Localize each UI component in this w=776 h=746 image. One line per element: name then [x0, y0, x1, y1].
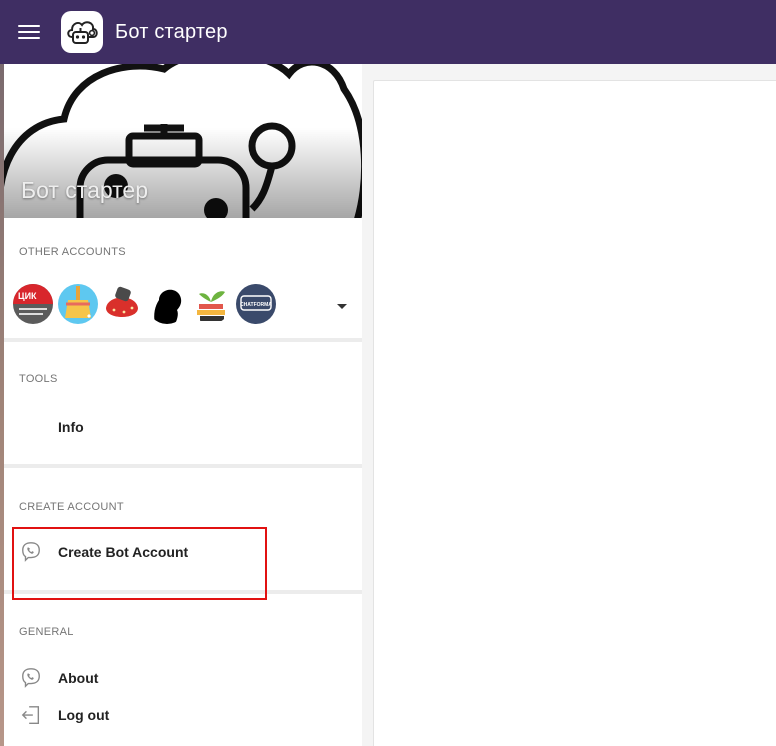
robot-logo-icon — [61, 11, 103, 53]
about-menu-item[interactable]: About — [4, 660, 362, 696]
info-menu-item[interactable]: Info — [4, 409, 362, 445]
create-bot-account-item[interactable]: Create Bot Account — [4, 534, 362, 570]
tools-header: TOOLS — [19, 373, 58, 385]
navigation-drawer: Бот стартер OTHER ACCOUNTS ЦИК CHATFORMA… — [4, 64, 362, 746]
profile-name: Бот стартер — [21, 177, 149, 203]
general-header: GENERAL — [19, 626, 74, 638]
viber-icon — [19, 540, 43, 564]
cik-avatar-text: ЦИК — [18, 291, 37, 301]
app-bar: Бот стартер — [0, 0, 776, 64]
strawberry-robot-avatar[interactable] — [102, 284, 142, 324]
general-section: GENERAL About Log out — [4, 594, 362, 746]
cover-shade — [4, 128, 362, 218]
broom-avatar[interactable] — [57, 284, 98, 324]
create-account-header: CREATE ACCOUNT — [19, 501, 124, 513]
content-card — [373, 80, 776, 746]
logout-label: Log out — [58, 707, 110, 723]
app-title: Бот стартер — [115, 20, 228, 43]
other-accounts-section: OTHER ACCOUNTS ЦИК CHATFORMA — [4, 218, 362, 338]
chatforma-avatar[interactable]: CHATFORMA — [235, 284, 276, 324]
viber-icon — [19, 666, 43, 690]
main-content — [362, 64, 776, 746]
caret-down-icon[interactable] — [337, 304, 347, 309]
logout-icon — [19, 703, 43, 727]
chatforma-avatar-text: CHATFORMA — [240, 302, 272, 308]
account-avatars: ЦИК CHATFORMA — [13, 284, 280, 324]
about-label: About — [58, 670, 99, 686]
info-label: Info — [58, 419, 84, 435]
logout-menu-item[interactable]: Log out — [4, 697, 362, 733]
books-plant-avatar[interactable] — [191, 284, 231, 324]
create-account-section: CREATE ACCOUNT Create Bot Account — [4, 468, 362, 590]
tools-section: TOOLS Info — [4, 342, 362, 464]
silhouette-avatar[interactable] — [146, 284, 187, 324]
profile-cover: Бот стартер — [4, 64, 362, 218]
other-accounts-header: OTHER ACCOUNTS — [19, 246, 126, 258]
hamburger-menu-icon[interactable] — [18, 23, 40, 41]
cik-avatar[interactable]: ЦИК — [13, 284, 53, 324]
create-bot-account-label: Create Bot Account — [58, 544, 189, 560]
